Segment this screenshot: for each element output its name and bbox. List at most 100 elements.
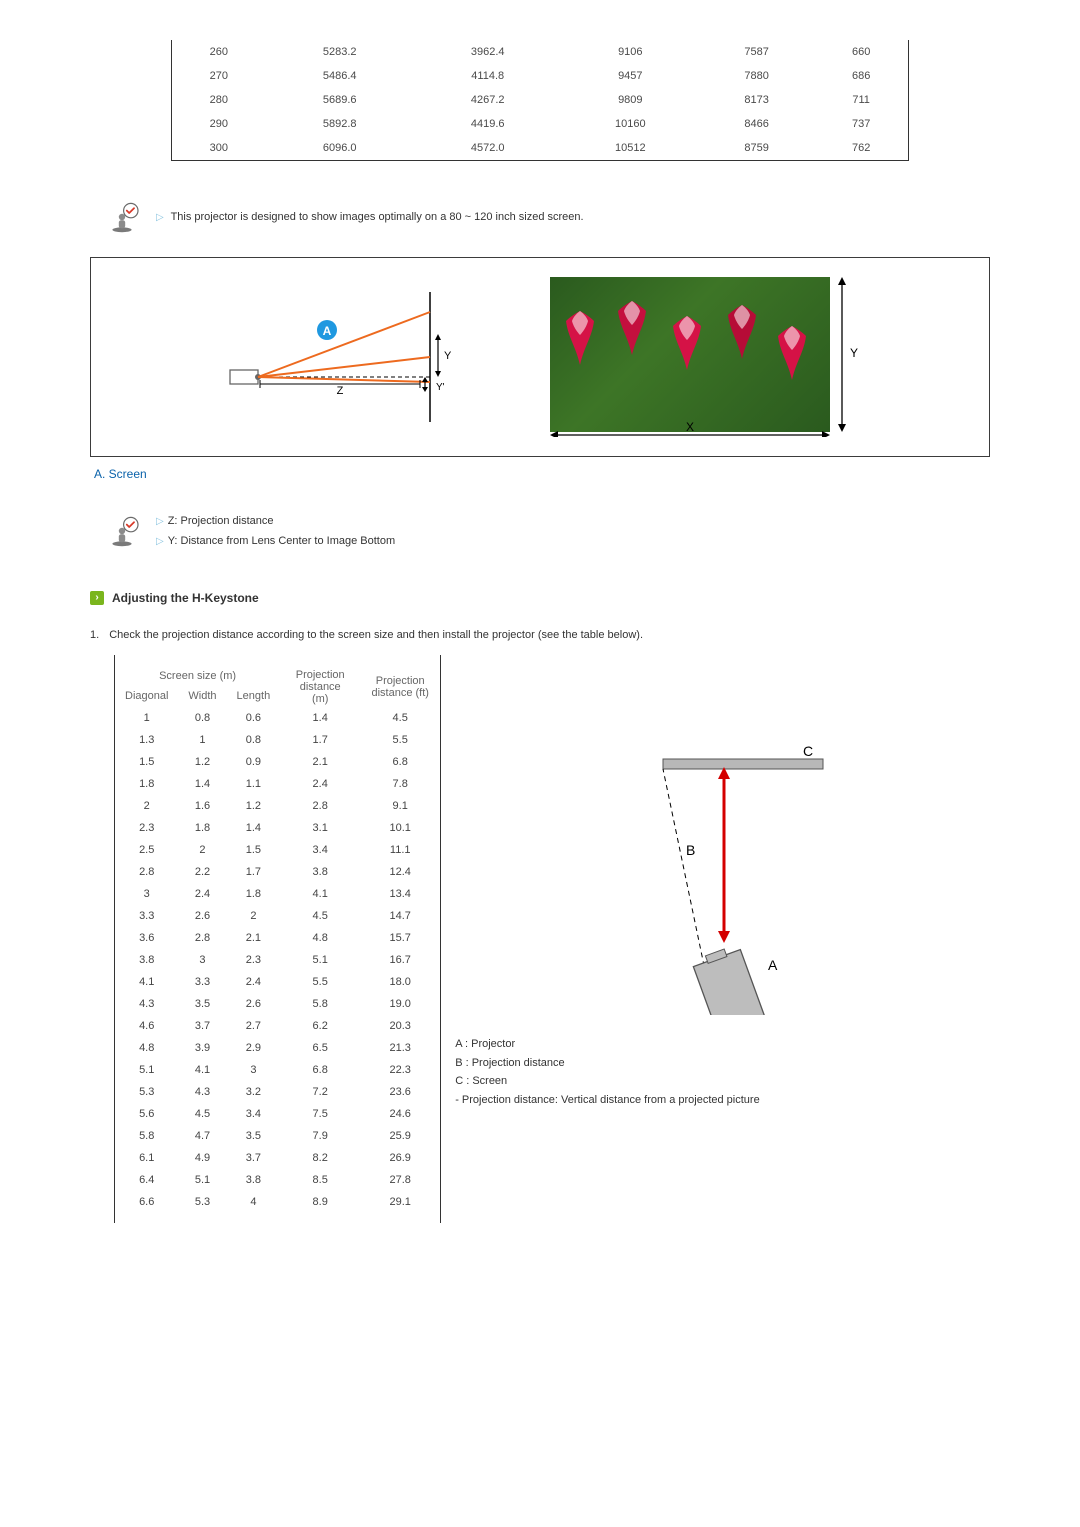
table-cell: 2.4 [227, 971, 281, 993]
table-cell: 2.3 [115, 817, 178, 839]
table-cell: 10160 [562, 112, 699, 136]
table-row: 21.61.22.89.1 [115, 795, 440, 817]
table-cell: 12.4 [360, 861, 440, 883]
projector-side-diagram: A Y Y' Z [220, 282, 480, 432]
table-cell: 5.3 [115, 1081, 178, 1103]
table-cell: 3.4 [280, 839, 360, 861]
table-cell: 7587 [699, 40, 814, 64]
table-cell: 5.6 [115, 1103, 178, 1125]
table-cell: 4.6 [115, 1015, 178, 1037]
z-y-definitions: ▷Z: Projection distance ▷Y: Distance fro… [110, 515, 990, 547]
table-cell: 5.8 [280, 993, 360, 1015]
legend-a: A : Projector [455, 1035, 990, 1054]
table-cell: 1.4 [227, 817, 281, 839]
table-cell: 5.5 [360, 729, 440, 751]
list-number: 1. [90, 629, 99, 641]
table-cell: 6.5 [280, 1037, 360, 1059]
instruction-text: Check the projection distance according … [109, 629, 643, 641]
table-cell: 7.8 [360, 773, 440, 795]
col-diagonal: Diagonal [115, 685, 178, 707]
svg-text:X: X [686, 420, 694, 434]
table-cell: 10512 [562, 136, 699, 160]
triangle-bullet-icon: ▷ [156, 212, 164, 223]
table-cell: 1 [178, 729, 226, 751]
svg-text:Y': Y' [436, 382, 445, 393]
table-cell: 7880 [699, 64, 814, 88]
table-cell: 8759 [699, 136, 814, 160]
table-cell: 3.2 [227, 1081, 281, 1103]
table-cell: 2.2 [178, 861, 226, 883]
table-row: 4.83.92.96.521.3 [115, 1037, 440, 1059]
screen-label: A. Screen [94, 467, 990, 481]
table-cell: 3.7 [178, 1015, 226, 1037]
tulip-dimensions-diagram: X Y [550, 277, 860, 437]
table-cell: 29.1 [360, 1191, 440, 1213]
table-cell: 2 [115, 795, 178, 817]
table-cell: 280 [172, 88, 266, 112]
table-row: 3.62.82.14.815.7 [115, 927, 440, 949]
keystone-diagram: C B A [608, 745, 838, 1015]
table-row: 2805689.64267.298098173711 [172, 88, 908, 112]
table-cell: 2.8 [178, 927, 226, 949]
col-width: Width [178, 685, 226, 707]
table-cell: 4.1 [115, 971, 178, 993]
table-cell: 270 [172, 64, 266, 88]
optimal-screen-note: ▷ This projector is designed to show ima… [110, 201, 990, 233]
table-cell: 5.1 [115, 1059, 178, 1081]
table-cell: 21.3 [360, 1037, 440, 1059]
table-cell: 2.8 [280, 795, 360, 817]
table-cell: 4.1 [280, 883, 360, 905]
table-cell: 6.8 [280, 1059, 360, 1081]
xy-arrows-icon: X Y [550, 277, 860, 437]
table-cell: 10.1 [360, 817, 440, 839]
note-text: This projector is designed to show image… [171, 211, 584, 223]
table-cell: 1.6 [178, 795, 226, 817]
table-cell: 11.1 [360, 839, 440, 861]
table-cell: 16.7 [360, 949, 440, 971]
table-cell: 0.6 [227, 707, 281, 729]
table-cell: 686 [814, 64, 908, 88]
table-cell: 6.6 [115, 1191, 178, 1213]
table-row: 5.14.136.822.3 [115, 1059, 440, 1081]
table-cell: 4114.8 [414, 64, 562, 88]
table-cell: 1.5 [115, 751, 178, 773]
table-cell: 260 [172, 40, 266, 64]
table-cell: 4.3 [178, 1081, 226, 1103]
table-cell: 2.7 [227, 1015, 281, 1037]
svg-text:Y: Y [444, 350, 452, 362]
chevron-right-icon: › [90, 591, 104, 605]
svg-text:A: A [323, 324, 332, 338]
table-row: 10.80.61.44.5 [115, 707, 440, 729]
table-cell: 4.5 [178, 1103, 226, 1125]
table-cell: 4.8 [115, 1037, 178, 1059]
table-cell: 3.8 [227, 1169, 281, 1191]
table-cell: 4572.0 [414, 136, 562, 160]
table-cell: 6.8 [360, 751, 440, 773]
table-cell: 15.7 [360, 927, 440, 949]
table-cell: 4 [227, 1191, 281, 1213]
table-row: 3.832.35.116.7 [115, 949, 440, 971]
table-cell: 2 [227, 905, 281, 927]
table-cell: 6.4 [115, 1169, 178, 1191]
y-definition: Y: Distance from Lens Center to Image Bo… [168, 535, 395, 547]
table-cell: 4.7 [178, 1125, 226, 1147]
section-header: › Adjusting the H-Keystone [90, 591, 990, 605]
table-cell: 8466 [699, 112, 814, 136]
table-cell: 3 [227, 1059, 281, 1081]
table-cell: 1.1 [227, 773, 281, 795]
table-cell: 290 [172, 112, 266, 136]
table-cell: 3 [115, 883, 178, 905]
table-row: 5.84.73.57.925.9 [115, 1125, 440, 1147]
table-cell: 9.1 [360, 795, 440, 817]
table-cell: 6.1 [115, 1147, 178, 1169]
table-cell: 1 [115, 707, 178, 729]
triangle-bullet-icon: ▷ [156, 536, 164, 547]
svg-text:A: A [768, 957, 778, 973]
table-cell: 1.4 [178, 773, 226, 795]
table-cell: 4267.2 [414, 88, 562, 112]
table-cell: 0.8 [227, 729, 281, 751]
table-cell: 1.5 [227, 839, 281, 861]
table-cell: 4.5 [280, 905, 360, 927]
table-cell: 1.8 [227, 883, 281, 905]
table-row: 2.521.53.411.1 [115, 839, 440, 861]
